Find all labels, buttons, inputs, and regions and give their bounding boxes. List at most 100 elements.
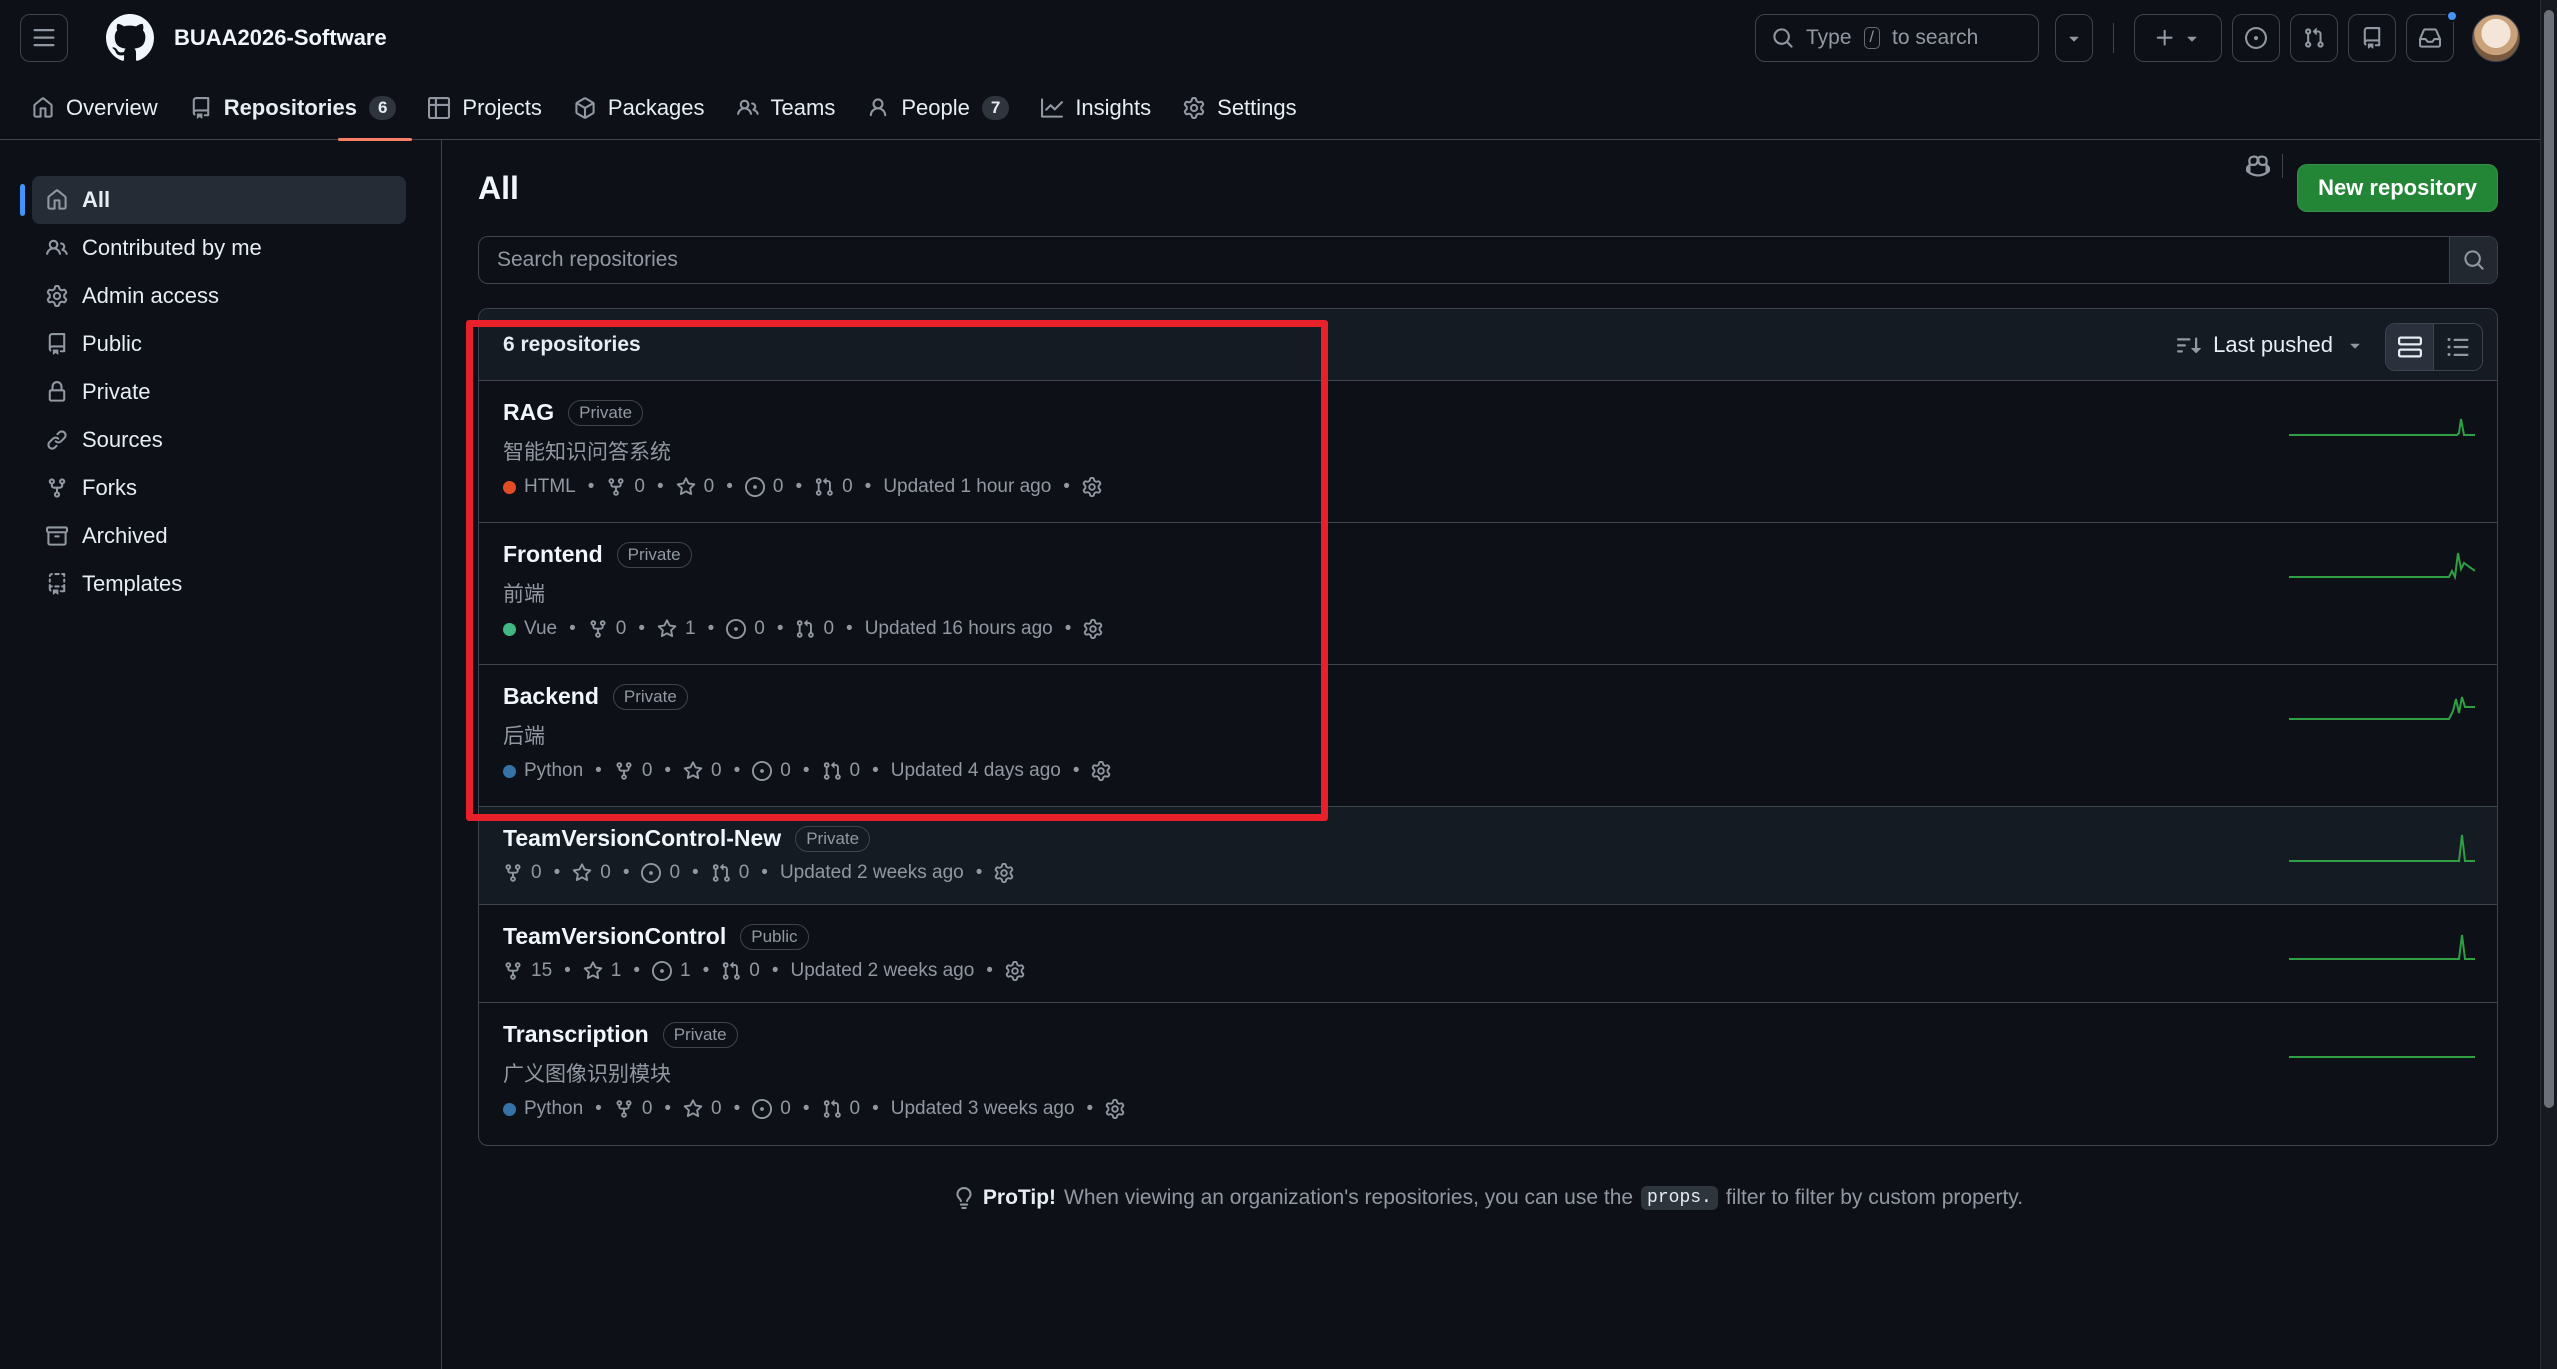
issues-link[interactable]: 0 xyxy=(752,760,791,782)
issues-link[interactable]: 0 xyxy=(641,862,680,884)
user-avatar[interactable] xyxy=(2472,14,2520,62)
org-name-link[interactable]: BUAA2026-Software xyxy=(174,25,387,51)
pull-requests-link[interactable]: 0 xyxy=(795,618,834,640)
new-repository-button[interactable]: New repository xyxy=(2297,164,2498,212)
copilot-dropdown-button[interactable] xyxy=(2056,15,2092,61)
repo-name-link[interactable]: Transcription xyxy=(503,1021,649,1048)
tab-teams[interactable]: Teams xyxy=(721,76,852,140)
tab-insights[interactable]: Insights xyxy=(1025,76,1167,140)
forks-link[interactable]: 0 xyxy=(606,476,645,498)
repo-settings-link[interactable] xyxy=(1005,961,1025,981)
pull-requests-link[interactable]: 0 xyxy=(711,862,749,884)
repo-name-link[interactable]: RAG xyxy=(503,399,554,426)
issues-link[interactable]: 0 xyxy=(726,618,765,640)
create-new-split-button[interactable] xyxy=(2134,14,2222,62)
forks-link[interactable]: 0 xyxy=(614,1098,652,1120)
page-scrollbar[interactable] xyxy=(2540,0,2557,1369)
home-icon xyxy=(46,189,68,211)
list-view-button[interactable] xyxy=(2434,324,2482,370)
repo-settings-link[interactable] xyxy=(1091,761,1111,781)
issues-button[interactable] xyxy=(2232,14,2280,62)
protip: ProTip! When viewing an organization's r… xyxy=(478,1186,2498,1210)
sidebar-item-private[interactable]: Private xyxy=(32,368,406,416)
issues-count: 0 xyxy=(754,618,765,639)
sidebar-item-admin-access[interactable]: Admin access xyxy=(32,272,406,320)
pull-requests-link[interactable]: 0 xyxy=(822,760,860,782)
copilot-split-button xyxy=(2055,14,2283,178)
people-icon xyxy=(737,97,759,119)
activity-sparkline xyxy=(2289,1056,2475,1058)
repo-icon xyxy=(46,333,68,355)
repo-settings-link[interactable] xyxy=(1083,619,1103,639)
hamburger-icon xyxy=(33,29,55,47)
github-logo-icon[interactable] xyxy=(106,14,154,62)
stars-link[interactable]: 1 xyxy=(657,618,696,640)
stars-link[interactable]: 0 xyxy=(683,760,722,782)
card-view-button[interactable] xyxy=(2386,324,2434,370)
stars-link[interactable]: 1 xyxy=(583,960,622,982)
issues-link[interactable]: 0 xyxy=(745,476,783,498)
pull-request-icon xyxy=(711,863,731,883)
tab-repositories[interactable]: Repositories 6 xyxy=(174,76,413,141)
repo-row-transcription: Transcription Private 广义图像识别模块 Python • 0… xyxy=(479,1003,2497,1145)
sidebar-item-public[interactable]: Public xyxy=(32,320,406,368)
forks-link[interactable]: 15 xyxy=(503,960,552,982)
stars-count: 1 xyxy=(610,960,622,981)
repo-name-link[interactable]: TeamVersionControl xyxy=(503,923,726,950)
repo-settings-link[interactable] xyxy=(994,863,1014,883)
activity-sparkline xyxy=(2289,552,2475,581)
pull-requests-link[interactable]: 0 xyxy=(822,1098,860,1120)
repo-name-link[interactable]: Frontend xyxy=(503,541,603,568)
sort-dropdown[interactable]: Last pushed xyxy=(2177,323,2365,367)
fork-icon xyxy=(503,863,523,883)
language-color-dot xyxy=(503,764,516,778)
star-icon xyxy=(683,761,703,781)
protip-code: props. xyxy=(1641,1186,1718,1210)
issues-link[interactable]: 1 xyxy=(652,960,691,982)
sidebar-item-all[interactable]: All xyxy=(20,176,406,224)
pull-requests-link[interactable]: 0 xyxy=(814,476,853,498)
scrollbar-thumb[interactable] xyxy=(2544,10,2554,1108)
tab-people[interactable]: People 7 xyxy=(851,76,1025,140)
tab-projects[interactable]: Projects xyxy=(412,76,557,140)
hamburger-menu-button[interactable] xyxy=(20,14,68,62)
repo-name-link[interactable]: Backend xyxy=(503,683,599,710)
sidebar-item-forks[interactable]: Forks xyxy=(32,464,406,512)
tab-settings[interactable]: Settings xyxy=(1167,76,1313,140)
pull-requests-button[interactable] xyxy=(2290,14,2338,62)
sidebar-item-sources[interactable]: Sources xyxy=(32,416,406,464)
copilot-button[interactable] xyxy=(2233,154,2283,178)
forks-link[interactable]: 0 xyxy=(503,862,542,884)
repo-search-button[interactable] xyxy=(2449,237,2497,283)
stars-link[interactable]: 0 xyxy=(683,1098,722,1120)
updated-time: Updated 2 weeks ago xyxy=(790,960,975,981)
repo-settings-link[interactable] xyxy=(1105,1099,1125,1119)
issues-count: 1 xyxy=(680,960,691,981)
repo-description: 后端 xyxy=(503,725,545,748)
global-search-button[interactable]: Type / to search xyxy=(1755,14,2039,62)
stars-link[interactable]: 0 xyxy=(572,862,611,884)
tab-overview[interactable]: Overview xyxy=(20,76,174,140)
tab-label: Repositories xyxy=(223,94,357,120)
pull-request-icon xyxy=(795,619,815,639)
sidebar-item-templates[interactable]: Templates xyxy=(32,560,406,608)
updated-time: Updated 16 hours ago xyxy=(864,618,1053,639)
sidebar-item-label: Private xyxy=(82,379,151,404)
repo-search-input[interactable] xyxy=(479,237,2449,283)
issues-link[interactable]: 0 xyxy=(752,1098,791,1120)
pull-requests-link[interactable]: 0 xyxy=(721,960,760,982)
sidebar-item-archived[interactable]: Archived xyxy=(32,512,406,560)
forks-link[interactable]: 0 xyxy=(588,618,626,640)
notifications-button[interactable] xyxy=(2406,10,2458,62)
repositories-button[interactable] xyxy=(2348,14,2396,62)
repo-name-link[interactable]: TeamVersionControl-New xyxy=(503,825,781,852)
forks-link[interactable]: 0 xyxy=(614,760,652,782)
language-label: HTML xyxy=(524,476,576,497)
create-new-button[interactable] xyxy=(2135,15,2221,61)
repo-row-backend: Backend Private 后端 Python • 0 • 0 • 0 • 0 • U… xyxy=(479,665,2497,807)
sidebar-item-label: Archived xyxy=(82,523,168,548)
stars-link[interactable]: 0 xyxy=(676,476,714,498)
sidebar-item-contributed[interactable]: Contributed by me xyxy=(32,224,406,272)
tab-packages[interactable]: Packages xyxy=(558,76,721,140)
repo-settings-link[interactable] xyxy=(1082,477,1102,497)
